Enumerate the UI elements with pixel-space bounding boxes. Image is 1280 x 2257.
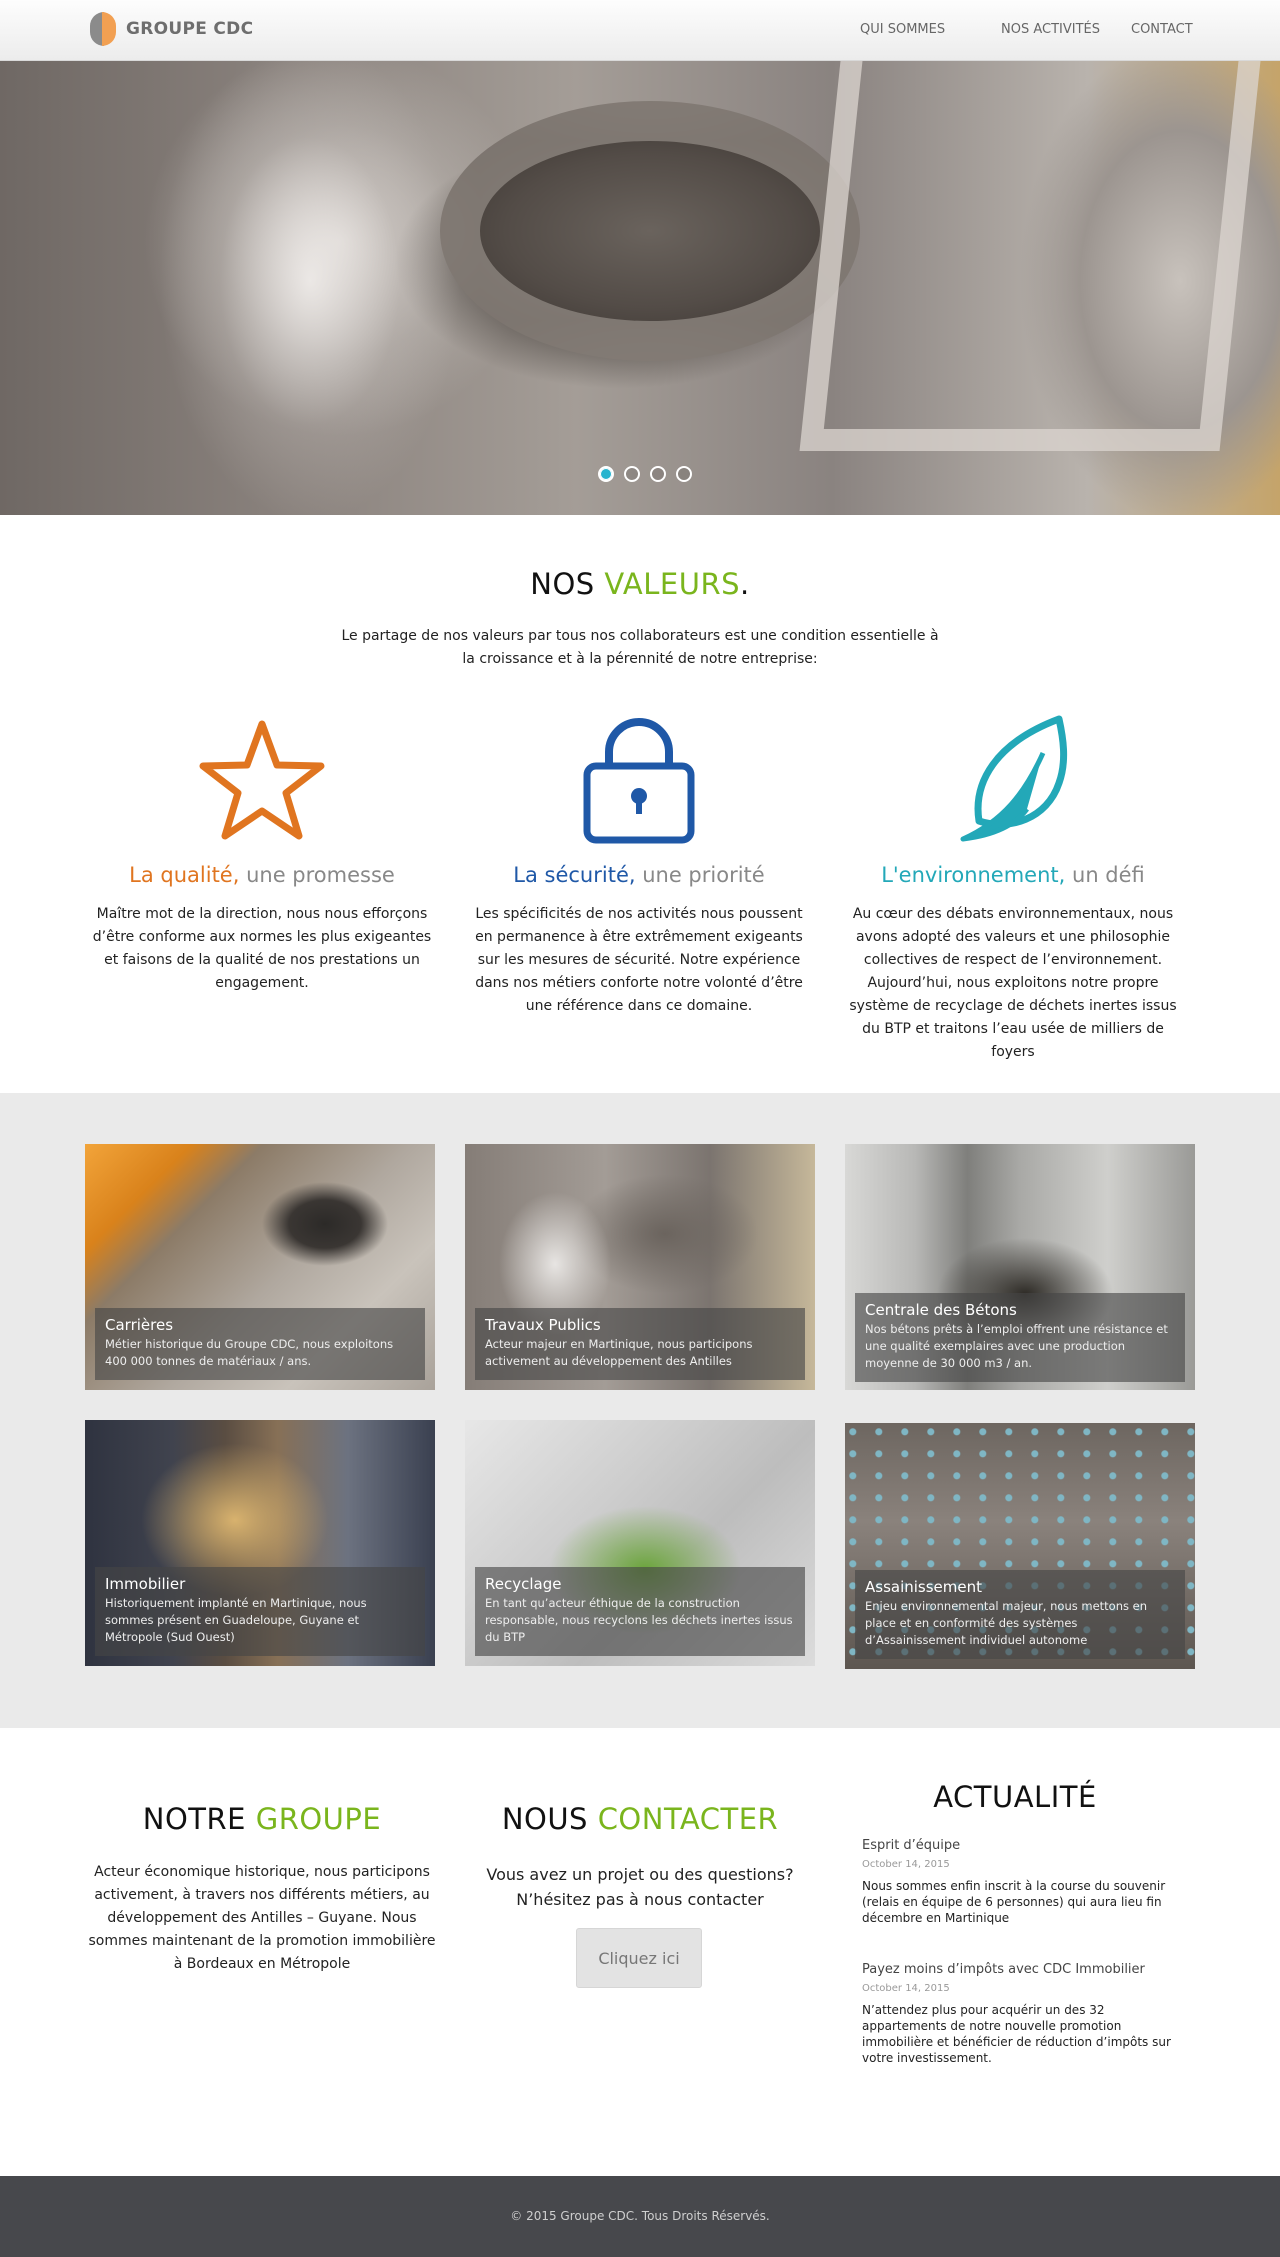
card-desc: Historiquement implanté en Martinique, n… [105, 1596, 367, 1644]
card-desc: En tant qu’acteur éthique de la construc… [485, 1596, 793, 1644]
copyright-text: © 2015 Groupe CDC. Tous Droits Réservés. [510, 2209, 770, 2223]
card-title: Carrières [105, 1316, 174, 1334]
card-title: Centrale des Bétons [865, 1301, 1017, 1319]
valeur-qualite-text: Maître mot de la direction, nous nous ef… [92, 906, 432, 991]
activites-section: Carrières Métier historique du Groupe CD… [0, 1093, 1280, 1728]
valeur-environnement-heading: L'environnement, un défi [881, 863, 1145, 887]
valeur-securite-text: Les spécificités de nos activités nous p… [475, 906, 803, 1014]
slider-dots [0, 466, 1280, 486]
hero-image-arm [140, 61, 470, 515]
news-item: Payez moins d’impôts avec CDC Immobilier… [862, 1962, 1192, 2066]
contact-title: NOUS CONTACTER [501, 1802, 779, 1836]
slider-dot-2[interactable] [624, 466, 640, 482]
card-title: Immobilier [105, 1575, 186, 1593]
card-caption: Travaux Publics Acteur majeur en Martini… [475, 1308, 805, 1380]
card-caption: Recyclage En tant qu’acteur éthique de l… [475, 1567, 805, 1656]
card-caption: Centrale des Bétons Nos bétons prêts à l… [855, 1293, 1185, 1382]
news-title[interactable]: Esprit d’équipe [862, 1838, 1192, 1853]
leaf-icon [843, 711, 1183, 851]
card-assainissement[interactable]: Assainissement Enjeu environnemental maj… [845, 1423, 1195, 1669]
card-title: Assainissement [865, 1578, 983, 1596]
valeur-qualite: La qualité, une promesse Maître mot de l… [92, 711, 432, 995]
cliquez-ici-button[interactable]: Cliquez ici [576, 1928, 702, 1988]
card-desc: Nos bétons prêts à l’emploi offrent une … [865, 1322, 1168, 1370]
nav-qui-sommes[interactable]: QUI SOMMES [860, 22, 945, 37]
card-recyclage[interactable]: Recyclage En tant qu’acteur éthique de l… [465, 1420, 815, 1666]
card-title: Travaux Publics [485, 1316, 601, 1334]
valeur-qualite-heading: La qualité, une promesse [129, 863, 395, 887]
star-icon [92, 711, 432, 851]
news-date: October 14, 2015 [862, 1859, 950, 1870]
slider-dot-4[interactable] [676, 466, 692, 482]
card-desc: Enjeu environnemental majeur, nous metto… [865, 1599, 1148, 1647]
valeurs-intro: Le partage de nos valeurs par tous nos c… [341, 628, 939, 667]
page: GROUPE CDC QUI SOMMES NOS ACTIVITÉS CONT… [0, 0, 1280, 2257]
card-immobilier[interactable]: Immobilier Historiquement implanté en Ma… [85, 1420, 435, 1666]
card-desc: Acteur majeur en Martinique, nous partic… [485, 1337, 753, 1368]
card-caption: Assainissement Enjeu environnemental maj… [855, 1570, 1185, 1659]
bottom-section: NOTRE GROUPE Acteur économique historiqu… [0, 1728, 1280, 2176]
site-header: GROUPE CDC QUI SOMMES NOS ACTIVITÉS CONT… [0, 0, 1280, 61]
slider-dot-1[interactable] [598, 466, 614, 482]
card-travaux-publics[interactable]: Travaux Publics Acteur majeur en Martini… [465, 1144, 815, 1390]
news-item: Esprit d’équipe October 14, 2015 Nous so… [862, 1838, 1192, 1926]
card-desc: Métier historique du Groupe CDC, nous ex… [105, 1337, 394, 1368]
card-caption: Carrières Métier historique du Groupe CD… [95, 1308, 425, 1380]
site-footer: © 2015 Groupe CDC. Tous Droits Réservés. [0, 2176, 1280, 2257]
nav-contact[interactable]: CONTACT [1131, 22, 1193, 37]
hero-image-frame [799, 61, 1261, 451]
news-text: N’attendez plus pour acquérir un des 32 … [862, 2003, 1171, 2065]
news-text: Nous sommes enfin inscrit à la course du… [862, 1879, 1166, 1925]
card-carrieres[interactable]: Carrières Métier historique du Groupe CD… [85, 1144, 435, 1390]
hero-slider [0, 61, 1280, 515]
groupe-title: NOTRE GROUPE [142, 1802, 382, 1836]
nav-nos-activites[interactable]: NOS ACTIVITÉS [1001, 22, 1100, 37]
groupe-text: Acteur économique historique, nous parti… [88, 1864, 436, 1972]
main-nav: QUI SOMMES NOS ACTIVITÉS CONTACT [0, 22, 1280, 42]
valeur-environnement-text: Au cœur des débats environnementaux, nou… [849, 906, 1177, 1060]
valeur-securite: La sécurité, une priorité Les spécificit… [469, 711, 809, 1018]
slider-dot-3[interactable] [650, 466, 666, 482]
news-date: October 14, 2015 [862, 1983, 950, 1994]
card-caption: Immobilier Historiquement implanté en Ma… [95, 1567, 425, 1656]
lock-icon [469, 711, 809, 851]
hero-image-mixer [440, 101, 860, 361]
card-title: Recyclage [485, 1575, 562, 1593]
card-centrale-betons[interactable]: Centrale des Bétons Nos bétons prêts à l… [845, 1144, 1195, 1390]
valeurs-section: NOS VALEURS. Le partage de nos valeurs p… [0, 515, 1280, 1093]
contact-text: Vous avez un projet ou des questions? N’h… [486, 1865, 794, 1909]
valeur-environnement: L'environnement, un défi Au cœur des déb… [843, 711, 1183, 1064]
actualite-title: ACTUALITÉ [933, 1780, 1097, 1814]
valeur-securite-heading: La sécurité, une priorité [513, 863, 765, 887]
valeurs-title: NOS VALEURS. [530, 567, 750, 601]
news-title[interactable]: Payez moins d’impôts avec CDC Immobilier [862, 1962, 1192, 1977]
